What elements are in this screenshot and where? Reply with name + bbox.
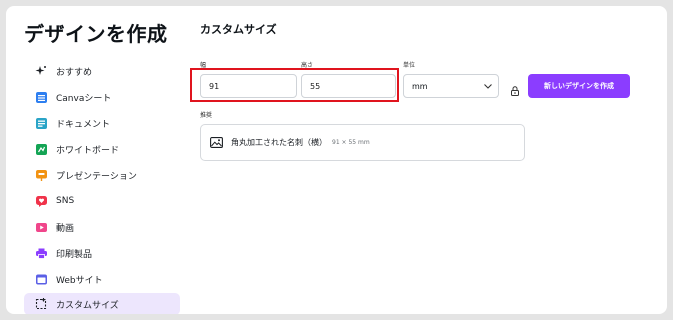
video-icon <box>34 220 48 234</box>
width-label: 幅 <box>200 62 207 69</box>
unit-select[interactable]: mm <box>403 74 499 98</box>
document-icon <box>34 116 48 130</box>
chevron-down-icon <box>484 82 492 91</box>
width-input[interactable] <box>201 81 296 91</box>
sparkle-icon <box>34 64 48 78</box>
sidebar-item-whiteboard[interactable]: ホワイトボード <box>24 138 180 160</box>
width-field[interactable] <box>200 74 297 98</box>
page-title: デザインを作成 <box>24 22 168 46</box>
printer-icon <box>34 246 48 260</box>
whiteboard-icon <box>34 142 48 156</box>
create-design-dialog: デザインを作成 おすすめ Canvaシート ドキュメント ホワイトボード プレゼ… <box>6 6 667 314</box>
image-icon <box>210 137 223 148</box>
sidebar-item-canva-sheets[interactable]: Canvaシート <box>24 86 180 108</box>
sidebar-item-label: 印刷製品 <box>56 249 93 260</box>
sidebar-item-video[interactable]: 動画 <box>24 216 180 238</box>
suggestion-card[interactable]: 角丸加工された名刺（横） 91 × 55 mm <box>200 124 525 161</box>
suggestion-size: 91 × 55 mm <box>332 139 370 146</box>
sidebar-item-sns[interactable]: SNS <box>24 190 180 212</box>
presentation-icon <box>34 168 48 182</box>
sidebar-item-recommended[interactable]: おすすめ <box>24 60 180 82</box>
create-design-button[interactable]: 新しいデザインを作成 <box>528 74 630 98</box>
sidebar-item-label: 動画 <box>56 223 75 234</box>
sidebar-item-label: カスタムサイズ <box>56 300 119 311</box>
sidebar-item-presentation[interactable]: プレゼンテーション <box>24 164 180 186</box>
sidebar-item-custom-size[interactable]: カスタムサイズ <box>24 293 180 314</box>
sidebar-item-print-products[interactable]: 印刷製品 <box>24 242 180 264</box>
sidebar-item-website[interactable]: Webサイト <box>24 268 180 290</box>
height-input[interactable] <box>302 81 395 91</box>
sidebar-item-documents[interactable]: ドキュメント <box>24 112 180 134</box>
sidebar-item-label: プレゼンテーション <box>56 171 137 182</box>
sidebar-item-label: SNS <box>56 196 75 206</box>
unit-value: mm <box>412 81 428 91</box>
suggestion-name: 角丸加工された名刺（横） <box>231 138 327 147</box>
sidebar-item-label: Webサイト <box>56 275 103 286</box>
sheet-icon <box>34 90 48 104</box>
heart-chat-icon <box>34 194 48 208</box>
height-label: 高さ <box>301 62 314 69</box>
custom-size-icon <box>34 297 48 311</box>
sidebar-item-label: Canvaシート <box>56 93 112 104</box>
suggestion-label: 推奨 <box>200 112 213 119</box>
height-field[interactable] <box>301 74 396 98</box>
website-icon <box>34 272 48 286</box>
lock-icon[interactable] <box>511 81 521 96</box>
sidebar-item-label: ドキュメント <box>56 119 111 130</box>
unit-label: 単位 <box>403 62 416 69</box>
sidebar-item-label: おすすめ <box>56 67 93 78</box>
section-title: カスタムサイズ <box>200 23 277 36</box>
sidebar-item-label: ホワイトボード <box>56 145 120 156</box>
